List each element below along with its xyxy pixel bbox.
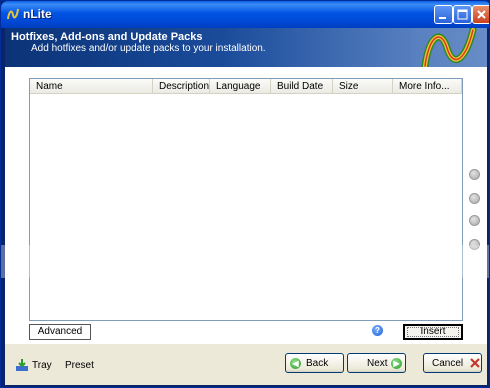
client-area: Hotfixes, Add-ons and Update Packs Add h… [5, 28, 487, 385]
column-header-name[interactable]: Name [30, 79, 153, 94]
column-header-language[interactable]: Language [210, 79, 271, 94]
window-title: nLite [23, 7, 52, 21]
maximize-button[interactable] [453, 5, 472, 24]
cancel-x-icon [470, 358, 480, 368]
tray-icon [16, 359, 28, 371]
column-header-size[interactable]: Size [333, 79, 393, 94]
hotfix-list[interactable]: Name Description Language Build Date Siz… [29, 78, 463, 321]
maximize-icon [457, 9, 468, 20]
title-bar[interactable]: nLite [1, 1, 489, 28]
nlite-logo [411, 28, 487, 67]
next-button[interactable]: Next ▶ [347, 353, 406, 373]
next-arrow-icon: ▶ [391, 358, 402, 369]
main-panel: Name Description Language Build Date Siz… [5, 67, 487, 367]
insert-button-label: Insert [420, 326, 446, 337]
next-label: Next [367, 358, 388, 369]
column-header-more-info[interactable]: More Info... [393, 79, 462, 94]
back-arrow-icon: ◀ [290, 358, 301, 369]
header-banner: Hotfixes, Add-ons and Update Packs Add h… [5, 28, 487, 67]
help-icon[interactable]: ? [372, 325, 383, 336]
nlite-app-icon [7, 8, 19, 20]
move-first-button[interactable] [469, 215, 480, 226]
close-icon [477, 10, 486, 19]
preset-button[interactable]: Preset [65, 360, 94, 371]
tray-label: Tray [32, 360, 52, 371]
column-header-description[interactable]: Description [153, 79, 210, 94]
list-header: Name Description Language Build Date Siz… [30, 79, 462, 94]
column-header-build-date[interactable]: Build Date [271, 79, 333, 94]
page-title: Hotfixes, Add-ons and Update Packs [11, 31, 203, 43]
page-subtitle: Add hotfixes and/or update packs to your… [31, 43, 266, 54]
advanced-button[interactable]: Advanced [29, 324, 91, 340]
insert-button[interactable]: Insert [403, 324, 463, 340]
back-label: Back [306, 358, 329, 369]
nlite-window: nLite Hotfixes, Add-ons and Update Packs… [0, 0, 490, 388]
cancel-label: Cancel [432, 358, 464, 369]
back-button[interactable]: ◀ Back [285, 353, 344, 373]
cancel-button[interactable]: Cancel [423, 353, 482, 373]
footer-bar: Tray Preset ◀ Back Next ▶ Cancel [5, 344, 487, 385]
move-up-button[interactable] [469, 169, 480, 180]
minimize-icon [439, 17, 446, 19]
move-down-button[interactable] [469, 193, 480, 204]
minimize-button[interactable] [434, 5, 453, 24]
move-last-button[interactable] [469, 239, 480, 250]
close-button[interactable] [472, 5, 489, 24]
